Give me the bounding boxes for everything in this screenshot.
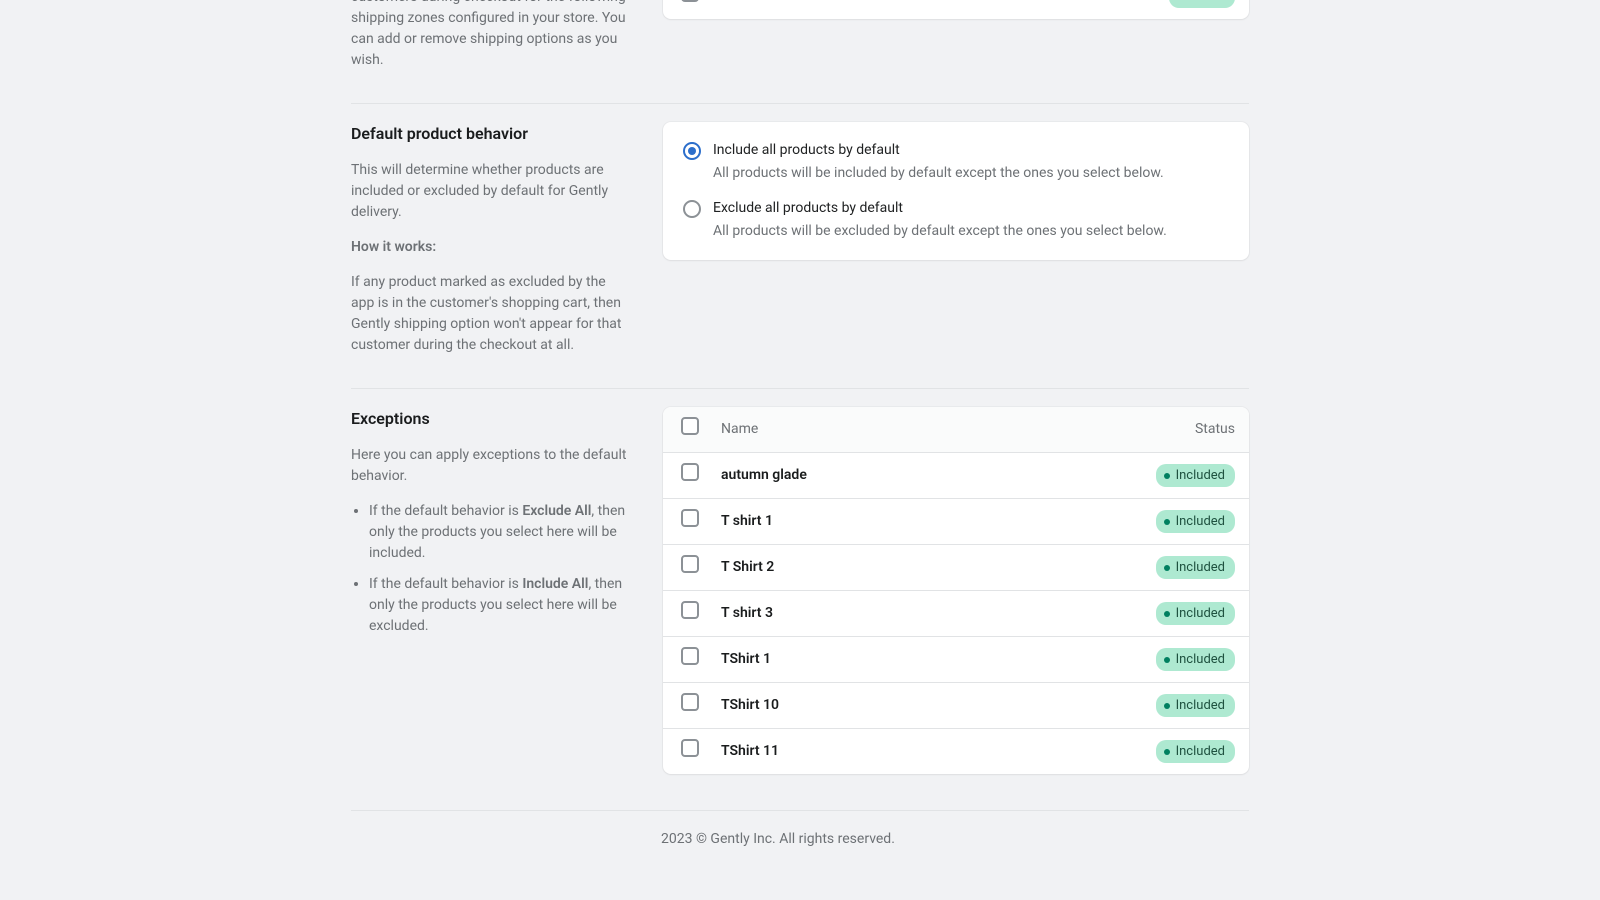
- exceptions-bullets: If the default behavior is Exclude All, …: [351, 501, 631, 637]
- table-row[interactable]: T Shirt 2 Included: [663, 545, 1249, 591]
- row-name: United States: [707, 0, 1129, 19]
- shipping-desc: Gently shipping option will appear for c…: [351, 0, 631, 71]
- shipping-card: Name Status United StatesActive: [663, 0, 1249, 19]
- radio-label: Include all products by default: [713, 140, 1164, 161]
- exceptions-table: Name Status autumn gladeIncludedT shirt …: [663, 407, 1249, 774]
- status-badge: Included: [1156, 510, 1235, 534]
- exceptions-card: Name Status autumn gladeIncludedT shirt …: [663, 407, 1249, 774]
- section-default-behavior: Default product behavior This will deter…: [351, 103, 1249, 388]
- row-checkbox[interactable]: [681, 463, 699, 481]
- col-name: Name: [707, 407, 1129, 453]
- behavior-desc2: If any product marked as excluded by the…: [351, 272, 631, 356]
- row-checkbox[interactable]: [681, 647, 699, 665]
- status-text: Included: [1176, 512, 1225, 532]
- table-row[interactable]: TShirt 10 Included: [663, 683, 1249, 729]
- row-name: autumn glade: [707, 453, 1129, 499]
- bullet-text: If the default behavior is: [369, 503, 522, 519]
- status-text: Included: [1176, 650, 1225, 670]
- row-checkbox[interactable]: [681, 555, 699, 573]
- behavior-card: Include all products by defaultAll produ…: [663, 122, 1249, 260]
- row-checkbox[interactable]: [681, 601, 699, 619]
- table-row[interactable]: autumn glade Included: [663, 453, 1249, 499]
- status-badge: Included: [1156, 694, 1235, 718]
- list-item: If the default behavior is Exclude All, …: [369, 501, 631, 564]
- list-item: If the default behavior is Include All, …: [369, 574, 631, 637]
- table-row[interactable]: T shirt 1 Included: [663, 499, 1249, 545]
- status-badge: Included: [1156, 464, 1235, 488]
- behavior-title: Default product behavior: [351, 122, 631, 146]
- row-name: T shirt 1: [707, 499, 1129, 545]
- footer-text: 2023 © Gently Inc. All rights reserved.: [351, 811, 1249, 850]
- status-dot-icon: [1164, 703, 1170, 709]
- row-name: TShirt 11: [707, 729, 1129, 775]
- table-row[interactable]: TShirt 11 Included: [663, 729, 1249, 775]
- bullet-strong: Exclude All: [522, 503, 591, 519]
- status-dot-icon: [1164, 565, 1170, 571]
- radio-indicator[interactable]: [683, 200, 701, 218]
- row-checkbox[interactable]: [681, 693, 699, 711]
- shipping-table: Name Status United StatesActive: [663, 0, 1249, 19]
- status-dot-icon: [1164, 611, 1170, 617]
- how-it-works-label: How it works:: [351, 239, 436, 255]
- status-badge: Included: [1156, 740, 1235, 764]
- radio-sublabel: All products will be excluded by default…: [713, 221, 1167, 242]
- row-name: T Shirt 2: [707, 545, 1129, 591]
- status-dot-icon: [1164, 749, 1170, 755]
- radio-include-all[interactable]: Include all products by defaultAll produ…: [683, 140, 1229, 184]
- table-row[interactable]: TShirt 1 Included: [663, 637, 1249, 683]
- status-badge: Active: [1169, 0, 1235, 8]
- status-text: Active: [1189, 0, 1225, 6]
- row-checkbox[interactable]: [681, 0, 699, 2]
- status-text: Included: [1176, 696, 1225, 716]
- status-dot-icon: [1164, 657, 1170, 663]
- exceptions-desc: Here you can apply exceptions to the def…: [351, 445, 631, 487]
- radio-exclude-all[interactable]: Exclude all products by defaultAll produ…: [683, 198, 1229, 242]
- bullet-text: If the default behavior is: [369, 576, 522, 592]
- status-badge: Included: [1156, 648, 1235, 672]
- table-row[interactable]: T shirt 3 Included: [663, 591, 1249, 637]
- select-all-checkbox[interactable]: [681, 417, 699, 435]
- status-badge: Included: [1156, 556, 1235, 580]
- section-shipping-zones: Shipping zones Gently shipping option wi…: [351, 0, 1249, 103]
- exceptions-title: Exceptions: [351, 407, 631, 431]
- table-header-row: Name Status: [663, 407, 1249, 453]
- status-dot-icon: [1164, 473, 1170, 479]
- status-dot-icon: [1164, 519, 1170, 525]
- row-name: TShirt 1: [707, 637, 1129, 683]
- status-text: Included: [1176, 558, 1225, 578]
- status-badge: Included: [1156, 602, 1235, 626]
- bullet-strong: Include All: [522, 576, 588, 592]
- status-text: Included: [1176, 742, 1225, 762]
- radio-sublabel: All products will be included by default…: [713, 163, 1164, 184]
- row-checkbox[interactable]: [681, 509, 699, 527]
- row-name: T shirt 3: [707, 591, 1129, 637]
- section-exceptions: Exceptions Here you can apply exceptions…: [351, 388, 1249, 792]
- table-row[interactable]: United States Active: [663, 0, 1249, 19]
- radio-label: Exclude all products by default: [713, 198, 1167, 219]
- behavior-desc: This will determine whether products are…: [351, 160, 631, 223]
- row-checkbox[interactable]: [681, 739, 699, 757]
- status-text: Included: [1176, 604, 1225, 624]
- radio-indicator[interactable]: [683, 142, 701, 160]
- row-name: TShirt 10: [707, 683, 1129, 729]
- status-text: Included: [1176, 466, 1225, 486]
- col-status: Status: [1129, 407, 1249, 453]
